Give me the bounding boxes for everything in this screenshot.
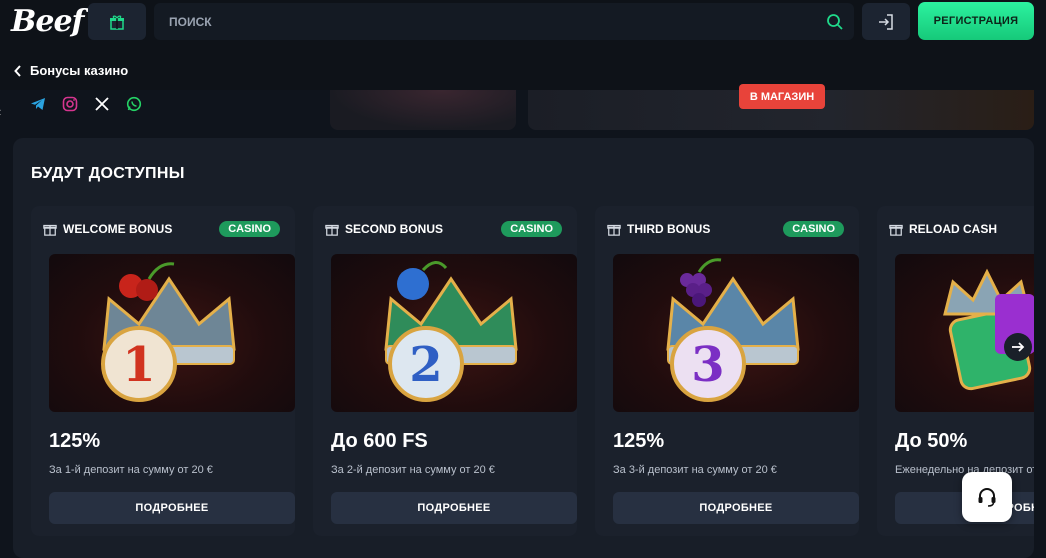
card-title: SECOND BONUS	[345, 222, 444, 236]
headset-icon	[978, 488, 996, 507]
promo-banner-left[interactable]	[330, 90, 516, 130]
gift-icon	[889, 224, 903, 236]
card-header: RELOAD CASH	[889, 222, 997, 236]
back-label: Бонусы казино	[30, 63, 129, 78]
bonus-value: 125%	[49, 430, 101, 452]
gift-icon	[607, 224, 621, 236]
login-icon	[879, 13, 893, 30]
details-button[interactable]: ПОДРОБНЕЕ	[613, 492, 859, 524]
arrow-right-icon	[1012, 342, 1025, 352]
card-title: THIRD BONUS	[627, 222, 711, 236]
card-header: WELCOME BONUS	[43, 222, 172, 236]
details-button[interactable]: ПОДРОБНЕЕ	[49, 492, 295, 524]
logo[interactable]: Beef	[11, 4, 84, 39]
section-title: БУДУТ ДОСТУПНЫ	[31, 165, 185, 182]
bonus-image[interactable]: 3	[613, 254, 859, 412]
login-button[interactable]	[862, 3, 910, 40]
search-icon[interactable]	[826, 13, 844, 31]
card-header: THIRD BONUS	[607, 222, 710, 236]
gift-button[interactable]	[88, 3, 146, 40]
social-links	[30, 96, 142, 112]
shop-button[interactable]: В МАГАЗИН	[739, 84, 825, 109]
card-title: WELCOME BONUS	[63, 222, 173, 236]
gift-icon	[110, 14, 124, 30]
x-icon[interactable]	[94, 96, 110, 112]
top-bar: Beef РЕГИСТРАЦИЯ	[0, 0, 1046, 44]
chevron-left-icon[interactable]: ‹	[0, 104, 1, 119]
bonus-value: До 600 FS	[331, 430, 428, 452]
telegram-icon[interactable]	[30, 96, 46, 112]
bonus-panel: БУДУТ ДОСТУПНЫ WELCOME BONUS CASINO 1 12…	[13, 138, 1034, 558]
bonus-number: 2	[409, 337, 442, 393]
bonus-image[interactable]: 1	[49, 254, 295, 412]
bonus-description: За 3-й депозит на сумму от 20 €	[613, 464, 777, 476]
bonus-number: 1	[122, 337, 155, 393]
bonus-value: До 50%	[895, 430, 968, 452]
card-header: SECOND BONUS	[325, 222, 443, 236]
bonus-value: 125%	[613, 430, 665, 452]
casino-badge: CASINO	[783, 221, 844, 237]
bonus-card: THIRD BONUS CASINO 3 125% За 3-й депозит…	[595, 206, 859, 536]
search-bar	[154, 3, 854, 40]
bonus-description: За 1-й депозит на сумму от 20 €	[49, 464, 213, 476]
chevron-left-icon	[14, 64, 21, 77]
casino-badge: CASINO	[219, 221, 280, 237]
gift-icon	[325, 224, 339, 236]
bonus-description: За 2-й депозит на сумму от 20 €	[331, 464, 495, 476]
back-link[interactable]: Бонусы казино	[14, 63, 128, 78]
instagram-icon[interactable]	[62, 96, 78, 112]
details-button[interactable]: ПОДРОБНЕЕ	[331, 492, 577, 524]
search-input[interactable]	[154, 3, 814, 40]
gift-icon	[43, 224, 57, 236]
whatsapp-icon[interactable]	[126, 96, 142, 112]
register-button[interactable]: РЕГИСТРАЦИЯ	[918, 2, 1034, 40]
sub-bar: Бонусы казино	[0, 44, 1046, 90]
bonus-card: WELCOME BONUS CASINO 1 125% За 1-й депоз…	[31, 206, 295, 536]
bonus-number: 3	[691, 337, 724, 393]
casino-badge: CASINO	[501, 221, 562, 237]
bonus-card: SECOND BONUS CASINO 2 До 600 FS За 2-й д…	[313, 206, 577, 536]
bonus-image[interactable]: 2	[331, 254, 577, 412]
support-chat-button[interactable]	[962, 472, 1012, 522]
carousel-next-button[interactable]	[1004, 333, 1032, 361]
card-title: RELOAD CASH	[909, 222, 998, 236]
